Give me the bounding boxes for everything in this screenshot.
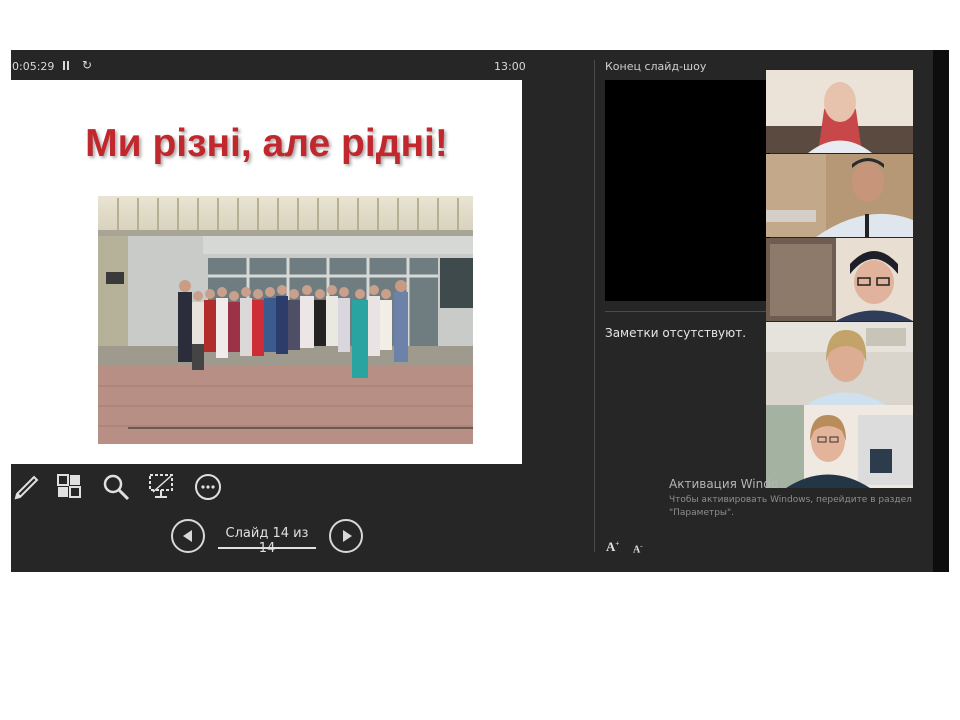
more-options-icon[interactable]: [193, 472, 223, 502]
slides-grid-icon[interactable]: [55, 472, 85, 502]
participant-video-1: [766, 70, 913, 153]
windows-activation-title: Активация Windo: [669, 477, 777, 491]
participant-video-2: [766, 154, 913, 237]
participant-video-3: [766, 238, 913, 321]
previous-slide-button[interactable]: [171, 519, 205, 553]
next-slide-button[interactable]: [329, 519, 363, 553]
slide-counter[interactable]: Слайд 14 из 14: [218, 526, 316, 556]
windows-activation-subtitle: Чтобы активировать Windows, перейдите в …: [669, 495, 912, 518]
current-slide: Ми різні, але рідні!: [11, 80, 522, 464]
pause-icon[interactable]: [62, 61, 70, 71]
screen-icon[interactable]: [147, 472, 177, 502]
elapsed-timer: 0:05:29: [12, 60, 55, 73]
slide-title: Ми різні, але рідні!: [85, 122, 448, 165]
zoom-icon[interactable]: [101, 472, 131, 502]
increase-font-button[interactable]: A+: [606, 539, 619, 555]
decrease-font-button[interactable]: A-: [633, 542, 643, 555]
counter-underline: [218, 547, 316, 549]
next-slide-preview[interactable]: [605, 80, 770, 301]
participant-video-5: [766, 405, 913, 488]
window-edge: [933, 50, 949, 572]
group-photo: [98, 196, 473, 444]
next-slide-label: Конец слайд-шоу: [605, 60, 707, 73]
pen-icon[interactable]: [12, 472, 42, 502]
speaker-notes: Заметки отсутствуют.: [605, 326, 747, 340]
clock-time: 13:00: [494, 60, 526, 73]
participant-video-4: [766, 322, 913, 405]
panel-divider[interactable]: [594, 60, 595, 552]
reset-timer-icon[interactable]: ↻: [82, 58, 92, 72]
